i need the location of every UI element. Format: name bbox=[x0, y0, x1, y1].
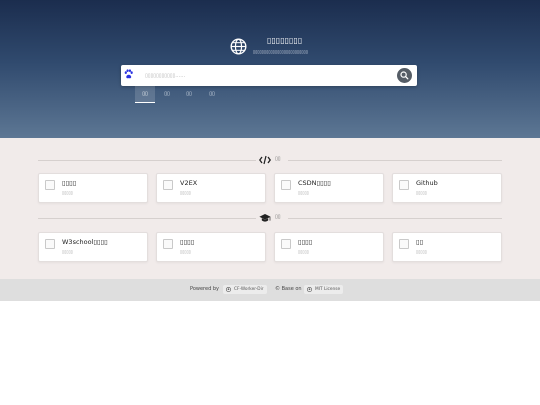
license-badge[interactable]: MIT License bbox=[304, 285, 344, 294]
github-icon bbox=[307, 287, 312, 292]
site-favicon bbox=[399, 239, 409, 249]
search-tab-4[interactable]: ▯▯ bbox=[202, 86, 222, 102]
site-card-desc: ▯▯▯▯▯ bbox=[416, 190, 428, 195]
search-icon bbox=[400, 71, 409, 80]
site-card-desc: ▯▯▯▯▯ bbox=[298, 190, 310, 195]
site-card[interactable]: V2EX ▯▯▯▯▯ bbox=[156, 173, 266, 203]
search-bar bbox=[121, 65, 417, 86]
base-on-text: © Base on bbox=[275, 286, 302, 292]
search-tab-2[interactable]: ▯▯ bbox=[157, 86, 177, 102]
site-card[interactable]: ▯▯▯▯ ▯▯▯▯▯ bbox=[274, 232, 384, 262]
site-favicon bbox=[163, 180, 173, 190]
project-badge[interactable]: CF-Worker-Dir bbox=[223, 285, 267, 294]
divider bbox=[288, 218, 502, 219]
site-card-name: CSDN▯▯▯▯ bbox=[298, 179, 331, 187]
site-favicon bbox=[281, 239, 291, 249]
site-card-name: ▯▯▯▯ bbox=[62, 179, 77, 187]
site-card-desc: ▯▯▯▯▯ bbox=[62, 190, 74, 195]
site-brand: ▯▯▯▯▯▯▯▯ ▯▯▯▯▯▯▯▯▯▯▯▯▯▯▯▯▯▯▯▯▯▯▯▯▯ bbox=[230, 36, 340, 60]
github-icon bbox=[226, 287, 231, 292]
site-card-desc: ▯▯▯▯▯ bbox=[180, 249, 192, 254]
project-badge-label: CF-Worker-Dir bbox=[234, 287, 264, 292]
divider bbox=[38, 160, 256, 161]
baidu-paw-icon[interactable] bbox=[124, 69, 133, 79]
site-card[interactable]: CSDN▯▯▯▯ ▯▯▯▯▯ bbox=[274, 173, 384, 203]
site-title: ▯▯▯▯▯▯▯▯ bbox=[267, 36, 303, 45]
site-card-desc: ▯▯▯▯▯ bbox=[180, 190, 192, 195]
divider bbox=[288, 160, 502, 161]
search-input[interactable] bbox=[145, 69, 385, 82]
site-card-name: W3school▯▯▯▯ bbox=[62, 238, 108, 246]
globe-icon bbox=[230, 38, 247, 55]
site-favicon bbox=[281, 180, 291, 190]
site-card-desc: ▯▯▯▯▯ bbox=[298, 249, 310, 254]
header-banner: ▯▯▯▯▯▯▯▯ ▯▯▯▯▯▯▯▯▯▯▯▯▯▯▯▯▯▯▯▯▯▯▯▯▯ ▯▯ ▯▯… bbox=[0, 0, 540, 138]
site-card[interactable]: ▯▯▯▯ ▯▯▯▯▯ bbox=[38, 173, 148, 203]
divider bbox=[38, 218, 256, 219]
site-card-desc: ▯▯▯▯▯ bbox=[416, 249, 428, 254]
main-content: ▯▯ ▯▯▯▯ ▯▯▯▯▯ V2EX ▯▯▯▯▯ CSDN▯▯▯▯ ▯▯▯▯▯ … bbox=[0, 138, 540, 279]
powered-by-text: Powered by bbox=[190, 286, 219, 292]
section-header-study: ▯▯ bbox=[38, 213, 502, 223]
site-card[interactable]: ▯▯ ▯▯▯▯▯ bbox=[392, 232, 502, 262]
site-favicon bbox=[45, 180, 55, 190]
license-badge-label: MIT License bbox=[315, 287, 341, 292]
site-card[interactable]: ▯▯▯▯ ▯▯▯▯▯ bbox=[156, 232, 266, 262]
code-icon bbox=[259, 155, 271, 165]
site-favicon bbox=[45, 239, 55, 249]
search-tab-3[interactable]: ▯▯ bbox=[179, 86, 199, 102]
site-subtitle: ▯▯▯▯▯▯▯▯▯▯▯▯▯▯▯▯▯▯▯▯▯▯▯▯▯ bbox=[253, 49, 309, 54]
footer: Powered by CF-Worker-Dir © Base on MIT L… bbox=[0, 279, 540, 301]
site-card[interactable]: W3school▯▯▯▯ ▯▯▯▯▯ bbox=[38, 232, 148, 262]
site-card[interactable]: Github ▯▯▯▯▯ bbox=[392, 173, 502, 203]
section-header-dev: ▯▯ bbox=[38, 155, 502, 165]
site-card-desc: ▯▯▯▯▯ bbox=[62, 249, 74, 254]
site-card-name: ▯▯▯▯ bbox=[298, 238, 313, 246]
site-card-name: ▯▯ bbox=[416, 238, 424, 246]
search-button[interactable] bbox=[397, 68, 412, 83]
graduation-cap-icon bbox=[259, 214, 271, 222]
section-title: ▯▯ bbox=[275, 156, 281, 162]
site-card-name: V2EX bbox=[180, 179, 198, 187]
site-card-name: Github bbox=[416, 179, 438, 187]
site-favicon bbox=[163, 239, 173, 249]
search-tab-1[interactable]: ▯▯ bbox=[135, 86, 155, 103]
site-card-name: ▯▯▯▯ bbox=[180, 238, 195, 246]
section-title: ▯▯ bbox=[275, 214, 281, 220]
site-favicon bbox=[399, 180, 409, 190]
